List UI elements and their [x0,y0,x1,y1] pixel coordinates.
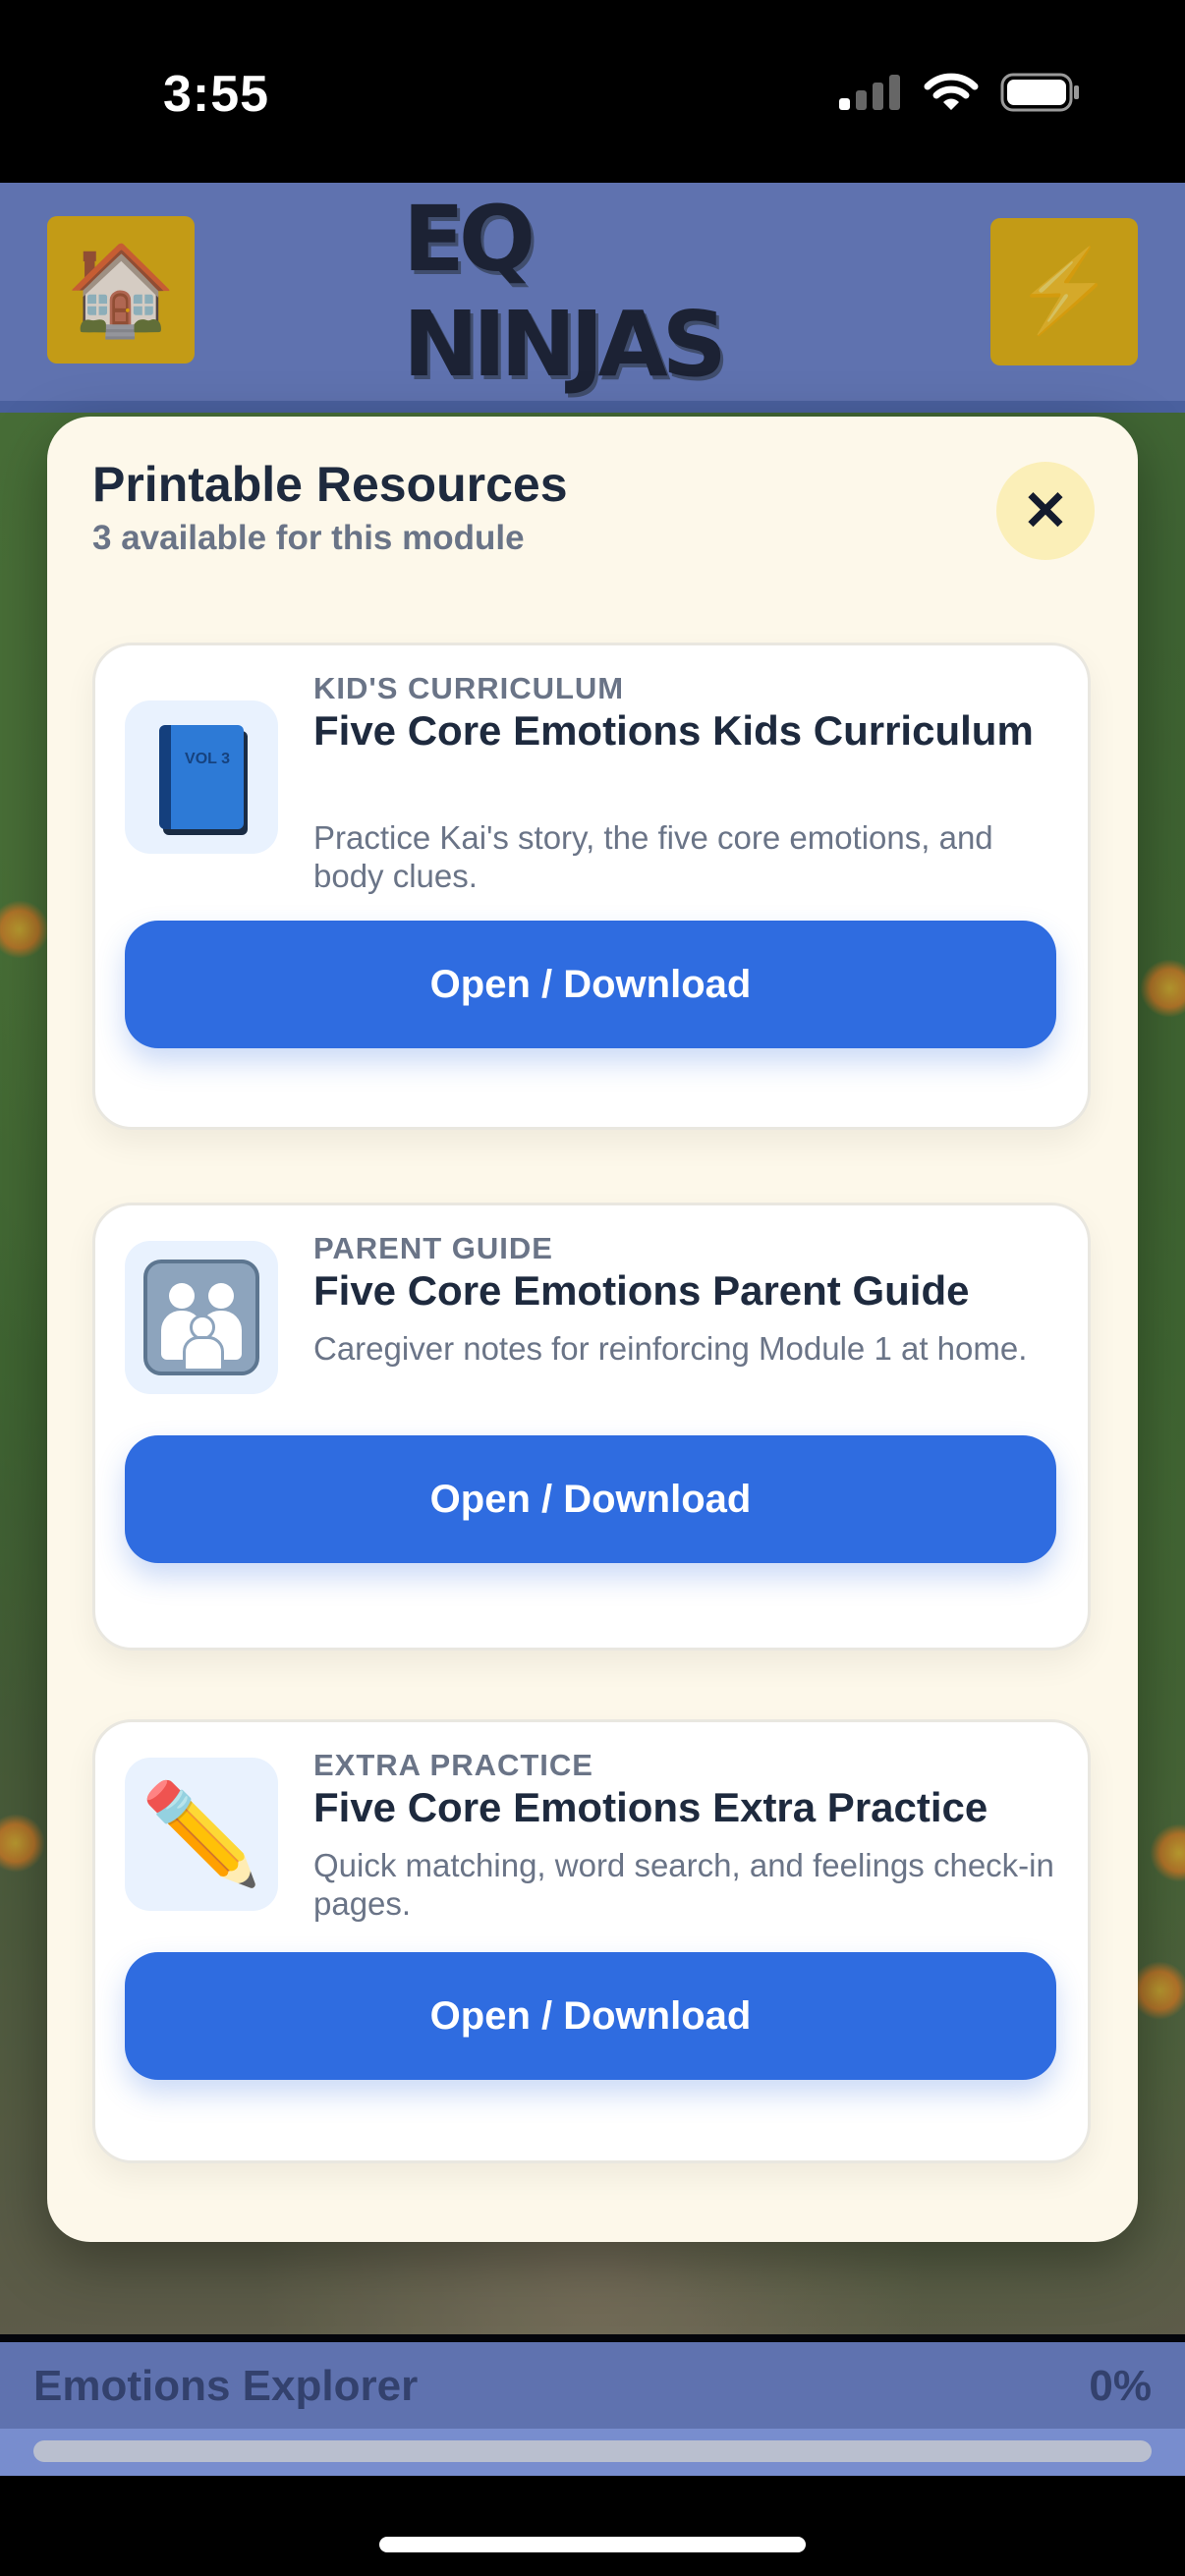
card-title: Five Core Emotions Parent Guide [313,1267,970,1314]
home-indicator[interactable] [379,2537,806,2552]
card-icon-tile: ✏️ [125,1758,278,1911]
close-button[interactable]: ✕ [996,462,1095,560]
resource-card-extra-practice: ✏️ EXTRA PRACTICE Five Core Emotions Ext… [92,1719,1091,2163]
card-description: Practice Kai's story, the five core emot… [313,819,993,894]
printable-resources-modal: Printable Resources 3 available for this… [47,417,1138,2242]
card-description: Quick matching, word search, and feeling… [313,1847,1054,1922]
modal-subtitle: 3 available for this module [92,519,525,557]
book-icon: VOL 3 [159,725,244,829]
resource-card-kids-curriculum: VOL 3 KID'S CURRICULUM Five Core Emotion… [92,643,1091,1130]
card-category: KID'S CURRICULUM [313,671,625,705]
battery-icon [1000,73,1079,112]
book-volume-label: VOL 3 [185,751,230,767]
family-icon [143,1260,259,1375]
pencil-icon: ✏️ [140,1778,263,1889]
app-screen: 3:55 🏠 EQ NINJAS ⚡ Emotions Explorer 0% … [0,0,1185,2576]
cellular-signal-icon [839,75,900,110]
status-bar: 3:55 [0,0,1185,183]
card-icon-tile [125,1241,278,1394]
card-title: Five Core Emotions Kids Curriculum [313,707,1034,754]
close-icon: ✕ [1022,479,1069,541]
status-time: 3:55 [163,66,270,123]
card-category: EXTRA PRACTICE [313,1748,593,1782]
open-download-button[interactable]: Open / Download [125,921,1056,1048]
status-icons [839,73,1081,112]
modal-title: Printable Resources [92,457,568,512]
card-title: Five Core Emotions Extra Practice [313,1784,988,1830]
resource-card-parent-guide: PARENT GUIDE Five Core Emotions Parent G… [92,1203,1091,1651]
wifi-icon [924,73,979,110]
open-download-button[interactable]: Open / Download [125,1952,1056,2080]
card-category: PARENT GUIDE [313,1231,553,1265]
card-icon-tile: VOL 3 [125,700,278,854]
open-download-button[interactable]: Open / Download [125,1435,1056,1563]
card-description: Caregiver notes for reinforcing Module 1… [313,1330,1028,1367]
